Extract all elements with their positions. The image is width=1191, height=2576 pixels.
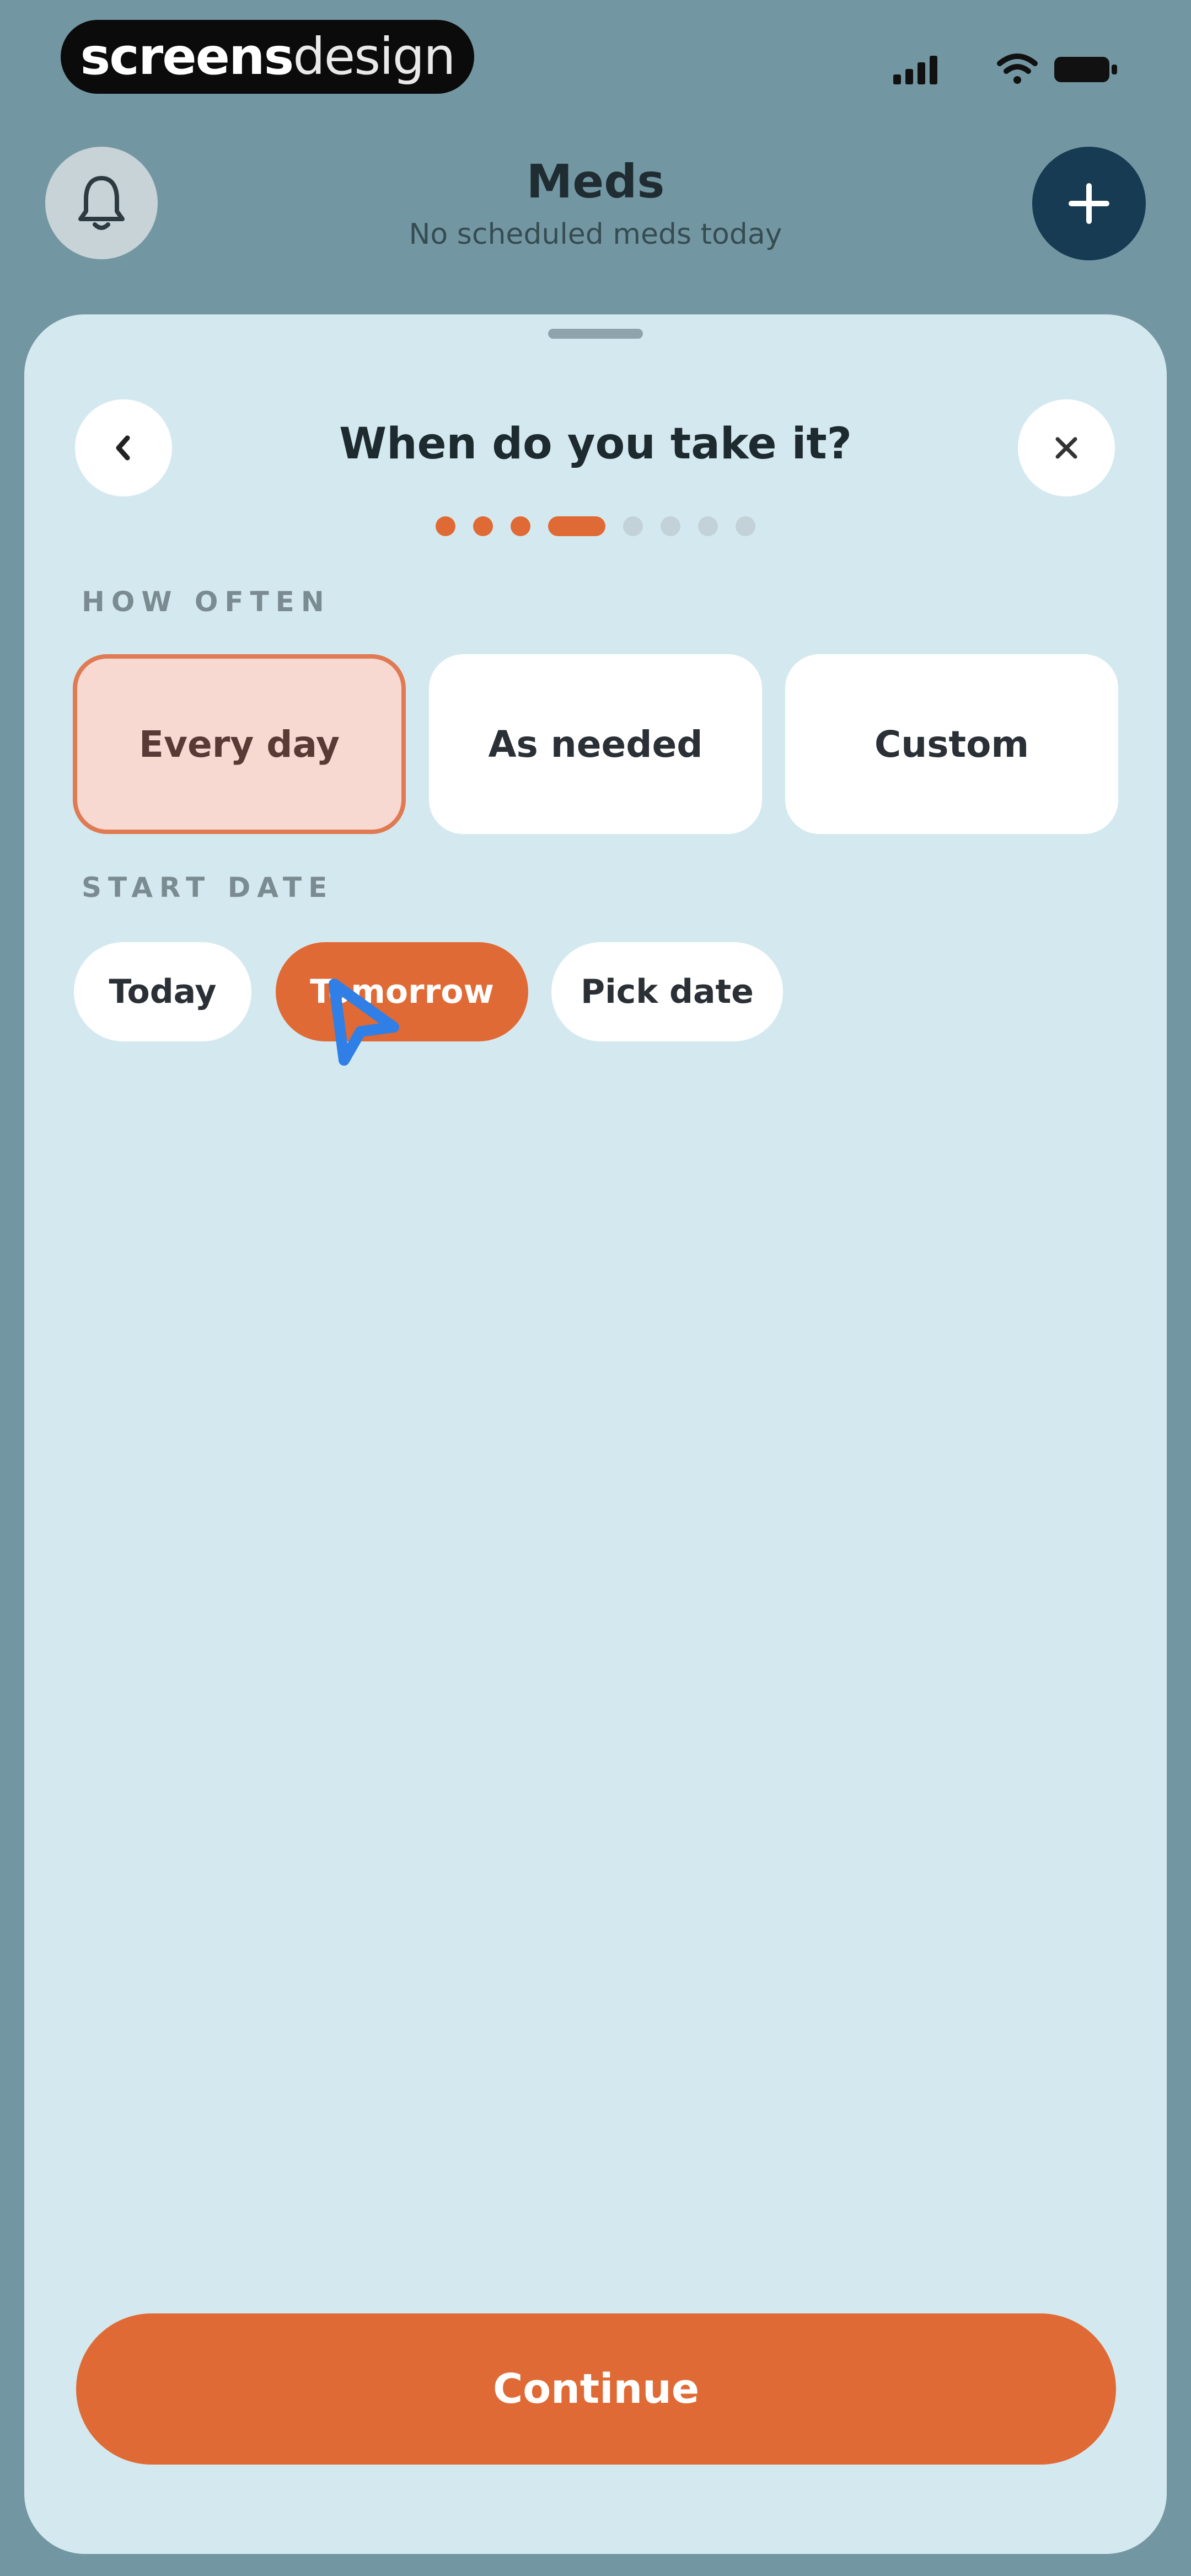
- signal-icon: [893, 56, 937, 84]
- progress-dot: [511, 516, 530, 536]
- plus-icon: [1069, 183, 1109, 224]
- page-title: Meds: [526, 154, 665, 209]
- start-date-pick-date[interactable]: Pick date: [551, 942, 783, 1041]
- progress-dot: [698, 516, 718, 536]
- progress-dot: [473, 516, 493, 536]
- close-button[interactable]: [1018, 399, 1115, 496]
- progress-dot: [436, 516, 455, 536]
- frequency-option-every-day[interactable]: Every day: [73, 654, 406, 834]
- continue-button[interactable]: Continue: [76, 2313, 1116, 2465]
- progress-dot: [661, 516, 680, 536]
- frequency-option-custom[interactable]: Custom: [785, 654, 1118, 834]
- how-often-label: HOW OFTEN: [82, 586, 331, 618]
- pointer-cursor-icon: [329, 979, 399, 1066]
- start-date-label: START DATE: [82, 872, 334, 904]
- progress-dot: [736, 516, 755, 536]
- frequency-option-as-needed[interactable]: As needed: [429, 654, 762, 834]
- wifi-icon: [997, 54, 1038, 84]
- step-progress: [0, 516, 1191, 538]
- progress-dot-current: [548, 516, 605, 536]
- sheet-grabber[interactable]: [548, 329, 643, 339]
- close-icon: [1055, 437, 1077, 459]
- page-subtitle: No scheduled meds today: [409, 218, 782, 251]
- add-med-button[interactable]: [1032, 147, 1146, 260]
- progress-dot: [623, 516, 643, 536]
- schedule-sheet: [24, 314, 1167, 2554]
- start-date-today[interactable]: Today: [74, 942, 251, 1041]
- brand-logo: screensdesign: [61, 20, 474, 94]
- sheet-title: When do you take it?: [339, 419, 852, 469]
- battery-icon: [1054, 57, 1117, 82]
